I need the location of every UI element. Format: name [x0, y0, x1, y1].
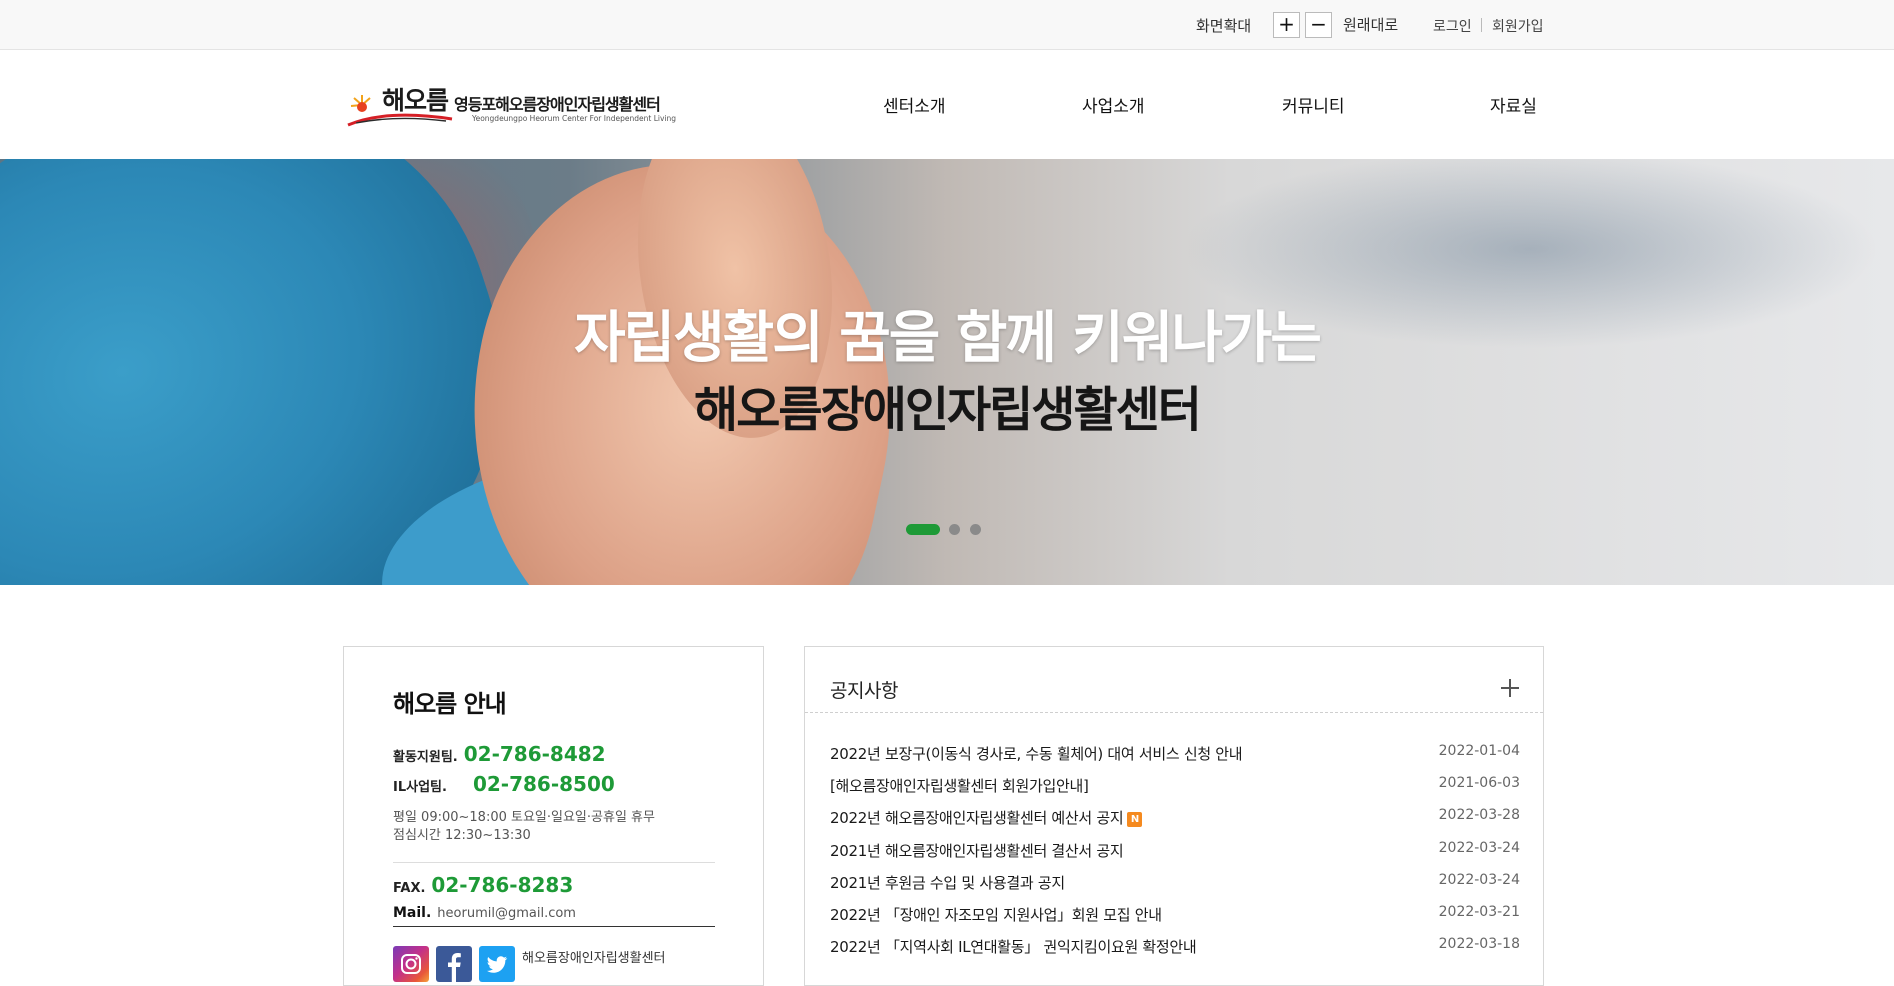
hero-subheadline-text: 해오름장애인자립생활센터: [694, 382, 1202, 438]
notice-row[interactable]: 2022년 「지역사회 IL연대활동」 권익지킴이요원 확정안내 2022-03…: [830, 936, 1520, 960]
utility-bar: 화면확대 + − 원래대로 로그인 회원가입: [0, 0, 1894, 50]
notice-board: 공지사항 2022년 보장구(이동식 경사로, 수동 휠체어) 대여 서비스 신…: [804, 646, 1544, 986]
notice-row-date: 2021-06-03: [1438, 775, 1520, 791]
il-team-phone-row: IL사업팀. 02-786-8500: [393, 772, 615, 796]
sns-caption: 해오름장애인자립생활센터: [522, 951, 666, 966]
site-header: 해오름 영등포해오름장애인자립생활센터 Yeongdeungpo Heorum …: [0, 51, 1894, 159]
office-hours-weekday: 평일 09:00~18:00 토요일·일요일·공휴일 휴무: [393, 810, 655, 825]
notice-row[interactable]: 2022년 해오름장애인자립생활센터 예산서 공지 N 2022-03-28: [830, 807, 1520, 831]
info-title: 해오름 안내: [393, 690, 507, 718]
divider: [393, 862, 715, 863]
hero-subheadline: 해오름장애인자립생활센터: [0, 370, 1894, 440]
notice-row-title[interactable]: [해오름장애인자립생활센터 회원가입안내]: [830, 775, 1089, 796]
notice-row-title-wrap[interactable]: 2022년 해오름장애인자립생활센터 예산서 공지 N: [830, 807, 1143, 828]
slide-dot-1[interactable]: [906, 524, 940, 535]
notice-header: 공지사항: [805, 647, 1543, 713]
nav-item-resources[interactable]: 자료실: [1490, 92, 1537, 117]
notice-row-title[interactable]: 2021년 후원금 수입 및 사용결과 공지: [830, 872, 1065, 893]
notice-row-title[interactable]: 2022년 보장구(이동식 경사로, 수동 휠체어) 대여 서비스 신청 안내: [830, 743, 1243, 764]
fax-number: 02-786-8283: [431, 873, 574, 897]
fax-row: FAX. 02-786-8283: [393, 873, 573, 897]
divider: [1481, 18, 1482, 32]
mail-address[interactable]: heorumil@gmail.com: [437, 906, 576, 921]
fax-label: FAX.: [393, 881, 426, 896]
nav-item-about[interactable]: 센터소개: [883, 92, 946, 117]
hero-headline-text: 자립생활의 꿈을 함께 키워나가는: [574, 306, 1322, 371]
hero-headline: 자립생활의 꿈을 함께 키워나가는: [0, 293, 1894, 374]
il-team-label: IL사업팀.: [393, 780, 447, 795]
more-plus-icon[interactable]: [1501, 679, 1519, 697]
slide-dot-3[interactable]: [970, 524, 981, 535]
notice-row-title[interactable]: 2022년 「지역사회 IL연대활동」 권익지킴이요원 확정안내: [830, 936, 1197, 957]
logo-name: 영등포해오름장애인자립생활센터: [454, 95, 661, 114]
notice-row-date: 2022-03-21: [1438, 904, 1520, 920]
logo-english-name: Yeongdeungpo Heorum Center For Independe…: [472, 114, 676, 123]
mail-label: Mail.: [393, 905, 432, 921]
office-hours: 평일 09:00~18:00 토요일·일요일·공휴일 휴무 점심시간 12:30…: [393, 809, 655, 845]
il-team-phone[interactable]: 02-786-8500: [473, 772, 615, 796]
facebook-icon[interactable]: [436, 946, 472, 982]
zoom-label: 화면확대: [1196, 17, 1252, 35]
notice-row-date: 2022-03-24: [1438, 840, 1520, 856]
notice-row[interactable]: [해오름장애인자립생활센터 회원가입안내] 2021-06-03: [830, 775, 1520, 799]
slide-dot-2[interactable]: [949, 524, 960, 535]
support-team-phone[interactable]: 02-786-8482: [464, 742, 606, 766]
support-team-phone-row: 활동지원팀. 02-786-8482: [393, 742, 606, 766]
hero-banner: 자립생활의 꿈을 함께 키워나가는 해오름장애인자립생활센터: [0, 159, 1894, 585]
notice-row-title[interactable]: 2021년 해오름장애인자립생활센터 결산서 공지: [830, 840, 1124, 861]
notice-row[interactable]: 2022년 「장애인 자조모임 지원사업」회원 모집 안내 2022-03-21: [830, 904, 1520, 928]
nav-item-programs[interactable]: 사업소개: [1082, 92, 1145, 117]
notice-row[interactable]: 2021년 후원금 수입 및 사용결과 공지 2022-03-24: [830, 872, 1520, 896]
new-badge: N: [1127, 812, 1143, 827]
support-team-label: 활동지원팀.: [393, 750, 458, 765]
notice-row-date: 2022-03-24: [1438, 872, 1520, 888]
zoom-reset-link[interactable]: 원래대로: [1343, 14, 1398, 35]
twitter-icon[interactable]: [479, 946, 515, 982]
center-info-panel: 해오름 안내 활동지원팀. 02-786-8482 IL사업팀. 02-786-85…: [343, 646, 764, 986]
notice-row[interactable]: 2022년 보장구(이동식 경사로, 수동 휠체어) 대여 서비스 신청 안내 …: [830, 743, 1520, 767]
logo-script-text: 해오름: [382, 86, 449, 115]
site-logo[interactable]: 해오름 영등포해오름장애인자립생활센터 Yeongdeungpo Heorum …: [346, 81, 696, 129]
zoom-in-button[interactable]: +: [1273, 12, 1300, 38]
login-link[interactable]: 로그인: [1433, 16, 1472, 36]
zoom-out-button[interactable]: −: [1305, 12, 1332, 38]
notice-row[interactable]: 2021년 해오름장애인자립생활센터 결산서 공지 2022-03-24: [830, 840, 1520, 864]
signup-link[interactable]: 회원가입: [1492, 16, 1544, 36]
instagram-icon[interactable]: [393, 946, 429, 982]
nav-item-community[interactable]: 커뮤니티: [1282, 92, 1345, 117]
notice-row-date: 2022-03-18: [1438, 936, 1520, 952]
notice-row-date: 2022-03-28: [1438, 807, 1520, 823]
notice-row-date: 2022-01-04: [1438, 743, 1520, 759]
office-hours-lunch: 점심시간 12:30~13:30: [393, 828, 531, 843]
notice-title: 공지사항: [830, 680, 898, 702]
mail-row: Mail. heorumil@gmail.com: [393, 902, 715, 927]
notice-row-title[interactable]: 2022년 「장애인 자조모임 지원사업」회원 모집 안내: [830, 904, 1162, 925]
notice-row-title[interactable]: 2022년 해오름장애인자립생활센터 예산서 공지: [830, 809, 1124, 827]
